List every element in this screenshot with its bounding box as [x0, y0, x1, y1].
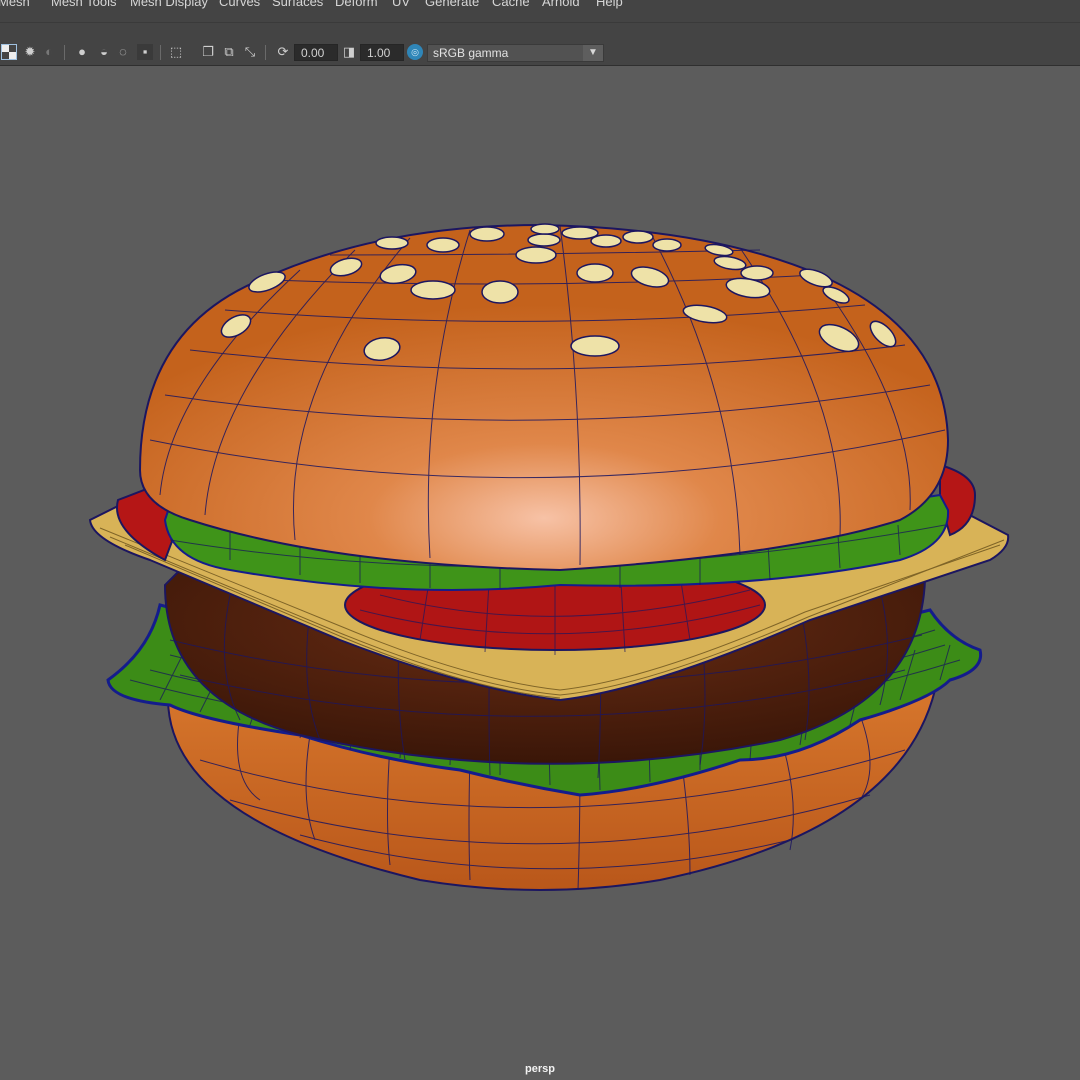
hamburger-model[interactable]	[0, 0, 1080, 1080]
camera-name-label: persp	[525, 1063, 555, 1075]
